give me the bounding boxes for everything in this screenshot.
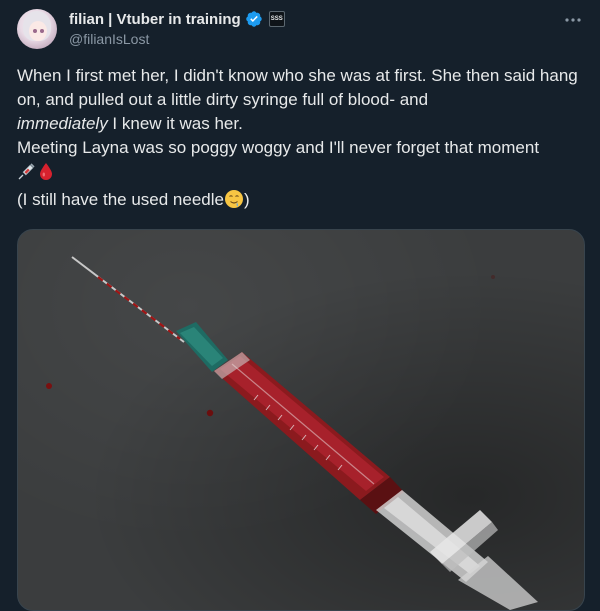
tweet-media-photo[interactable] xyxy=(17,229,585,611)
avatar[interactable] xyxy=(17,9,57,49)
affiliate-badge[interactable]: SSS xyxy=(268,11,285,27)
tweet-text: When I first met her, I didn't know who … xyxy=(17,64,583,216)
tweet-line: (I still have the used needle ) xyxy=(17,188,583,216)
tweet-line-post: ) xyxy=(243,190,250,209)
syringe-emoji-icon xyxy=(17,161,37,188)
more-options-icon[interactable] xyxy=(563,10,583,30)
tweet-line: immediately I knew it was her. xyxy=(17,112,583,136)
avatar-eye xyxy=(33,29,37,33)
drop-of-blood-emoji-icon xyxy=(37,161,55,188)
tweet: filian | Vtuber in training SSS @filianI… xyxy=(0,0,600,611)
drooling-face-emoji-icon xyxy=(224,189,244,216)
tweet-emoji-line xyxy=(17,160,583,188)
verified-badge-icon[interactable] xyxy=(245,10,263,28)
syringe-photo-illustration xyxy=(46,256,538,610)
tweet-line-pre: (I still have the used needle xyxy=(17,190,224,209)
tweet-emphasis: immediately xyxy=(17,114,108,133)
avatar-eye xyxy=(40,29,44,33)
avatar-face xyxy=(29,21,47,41)
tweet-line-rest: I knew it was her. xyxy=(107,114,243,133)
author-name-row: filian | Vtuber in training SSS xyxy=(69,9,285,29)
tweet-line: When I first met her, I didn't know who … xyxy=(17,66,578,109)
author-display-name[interactable]: filian | Vtuber in training xyxy=(69,11,241,28)
tweet-line: Meeting Layna was so poggy woggy and I'l… xyxy=(17,138,540,157)
author-handle[interactable]: @filianIsLost xyxy=(69,31,149,47)
